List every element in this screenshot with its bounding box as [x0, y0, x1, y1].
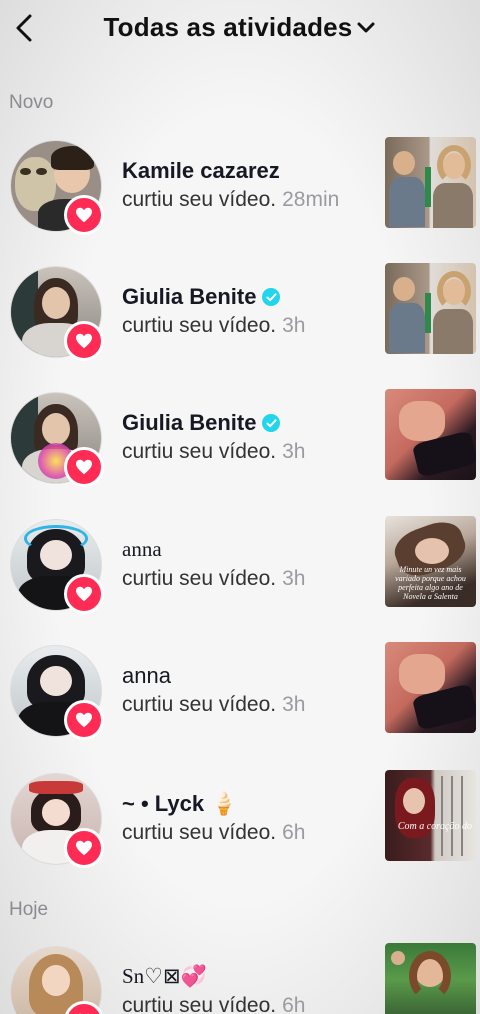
activity-filter-dropdown[interactable]: Todas as atividades — [0, 12, 480, 43]
action-text: curtiu seu vídeo. — [122, 188, 277, 211]
top-bar: Todas as atividades — [0, 0, 480, 60]
like-badge — [64, 700, 104, 740]
activity-row[interactable]: anna curtiu seu vídeo. 3h Minute un vez m… — [0, 516, 480, 629]
action-text: curtiu seu vídeo. — [122, 440, 277, 463]
action-text: curtiu seu vídeo. — [122, 821, 277, 844]
timestamp: 3h — [282, 567, 306, 590]
timestamp: 28min — [282, 188, 340, 211]
timestamp: 3h — [282, 440, 306, 463]
activity-row[interactable]: Giulia Benite curtiu seu vídeo. 3h — [0, 263, 480, 376]
page-title: Todas as atividades — [103, 12, 353, 42]
user-name-text: ~ • Lyck 🍦 — [122, 791, 238, 816]
user-name[interactable]: Sn♡⊠💞 — [122, 964, 207, 989]
activity-text: curtiu seu vídeo. 3h — [122, 567, 305, 591]
user-name-text: Giulia Benite — [122, 284, 257, 309]
video-thumbnail[interactable] — [385, 943, 476, 1014]
chevron-down-icon — [357, 22, 375, 32]
activity-text: curtiu seu vídeo. 6h — [122, 994, 305, 1014]
heart-icon — [76, 586, 92, 602]
user-name[interactable]: ~ • Lyck 🍦 — [122, 791, 238, 817]
thumbnail-caption: Com a coração do — [397, 821, 472, 832]
activity-text: curtiu seu vídeo. 6h — [122, 821, 305, 845]
verified-badge-icon — [262, 288, 281, 306]
video-thumbnail[interactable] — [385, 137, 476, 228]
user-name-text: anna — [122, 663, 171, 688]
user-name[interactable]: Giulia Benite — [122, 410, 281, 436]
user-name-text: Kamile cazarez — [122, 158, 280, 183]
activity-row[interactable]: ~ • Lyck 🍦 curtiu seu vídeo. 6h Com a cor… — [0, 770, 480, 883]
activity-row[interactable]: Kamile cazarez curtiu seu vídeo. 28min — [0, 137, 480, 250]
timestamp: 3h — [282, 693, 306, 716]
user-name[interactable]: Giulia Benite — [122, 284, 281, 310]
verified-badge-icon — [262, 414, 281, 432]
like-badge — [64, 447, 104, 487]
section-label-today: Hoje — [9, 899, 49, 920]
user-name-text: anna — [122, 537, 162, 561]
heart-icon — [76, 712, 92, 728]
heart-icon — [76, 333, 92, 349]
video-thumbnail[interactable] — [385, 389, 476, 480]
user-name-text: Giulia Benite — [122, 410, 257, 435]
activity-row[interactable]: Giulia Benite curtiu seu vídeo. 3h — [0, 389, 480, 502]
action-text: curtiu seu vídeo. — [122, 994, 277, 1014]
heart-icon — [76, 840, 92, 856]
timestamp: 6h — [282, 994, 306, 1014]
video-thumbnail[interactable]: Com a coração do — [385, 770, 476, 861]
action-text: curtiu seu vídeo. — [122, 693, 277, 716]
user-name-text: Sn♡⊠💞 — [122, 964, 207, 988]
activity-text: curtiu seu vídeo. 3h — [122, 440, 305, 464]
heart-icon — [76, 207, 92, 223]
timestamp: 3h — [282, 314, 306, 337]
heart-icon — [76, 459, 92, 475]
user-name[interactable]: Kamile cazarez — [122, 158, 280, 184]
thumbnail-caption: Minute un vez mais variado porque achou … — [395, 565, 466, 601]
action-text: curtiu seu vídeo. — [122, 567, 277, 590]
like-badge — [64, 574, 104, 614]
action-text: curtiu seu vídeo. — [122, 314, 277, 337]
user-name[interactable]: anna — [122, 663, 171, 689]
like-badge — [64, 195, 104, 235]
video-thumbnail[interactable]: Minute un vez mais variado porque achou … — [385, 516, 476, 607]
like-badge — [64, 828, 104, 868]
activity-text: curtiu seu vídeo. 3h — [122, 693, 305, 717]
section-label-new: Novo — [9, 92, 54, 113]
activity-text: curtiu seu vídeo. 28min — [122, 188, 339, 212]
video-thumbnail[interactable] — [385, 642, 476, 733]
activity-text: curtiu seu vídeo. 3h — [122, 314, 305, 338]
activity-row[interactable]: anna curtiu seu vídeo. 3h — [0, 642, 480, 755]
activity-row[interactable]: Sn♡⊠💞 curtiu seu vídeo. 6h — [0, 943, 480, 1014]
timestamp: 6h — [282, 821, 306, 844]
like-badge — [64, 321, 104, 361]
video-thumbnail[interactable] — [385, 263, 476, 354]
user-name[interactable]: anna — [122, 537, 162, 562]
